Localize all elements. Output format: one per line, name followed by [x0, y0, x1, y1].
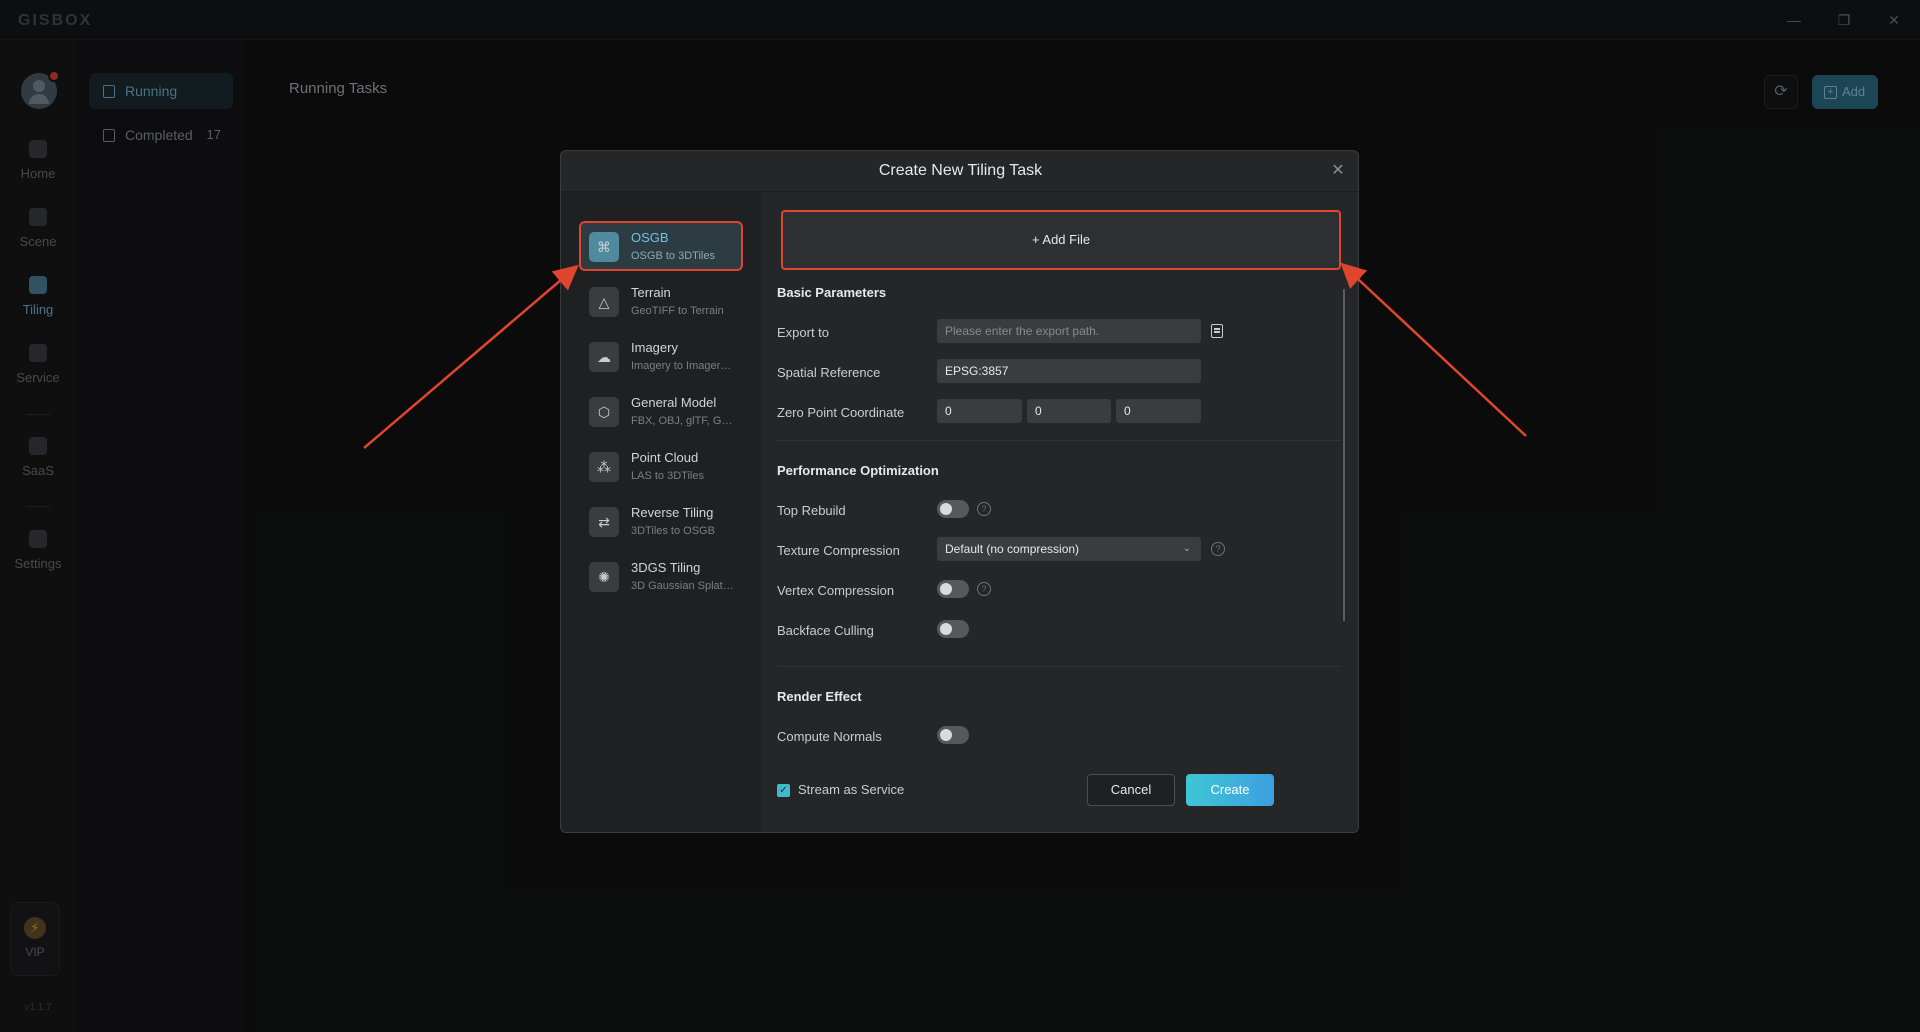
type-imagery[interactable]: ☁ Imagery Imagery to Imagery Tiles [579, 331, 743, 381]
type-reverse-tiling[interactable]: ⇄ Reverse Tiling 3DTiles to OSGB [579, 496, 743, 546]
type-general-model[interactable]: ⬡ General Model FBX, OBJ, glTF, GLB to 3… [579, 386, 743, 436]
zero-y-input[interactable]: 0 [1027, 399, 1111, 423]
type-3dgs-tiling[interactable]: ✺ 3DGS Tiling 3D Gaussian Splatting [579, 551, 743, 601]
export-path-input[interactable]: Please enter the export path. [937, 319, 1201, 343]
compute-normals-label: Compute Normals [777, 729, 882, 744]
texture-compression-select[interactable]: Default (no compression) ⌄ [937, 537, 1201, 561]
dialog-title: Create New Tiling Task [878, 162, 1043, 179]
type-name: Reverse Tiling [631, 505, 714, 520]
texture-compression-label: Texture Compression [777, 543, 900, 558]
type-name: OSGB [631, 230, 669, 245]
create-button[interactable]: Create [1186, 774, 1274, 806]
backface-culling-toggle[interactable] [937, 620, 969, 638]
type-terrain[interactable]: △ Terrain GeoTIFF to Terrain [579, 276, 743, 326]
top-rebuild-label: Top Rebuild [777, 503, 846, 518]
spatial-reference-label: Spatial Reference [777, 365, 881, 380]
type-name: Terrain [631, 285, 671, 300]
zero-z-input[interactable]: 0 [1116, 399, 1201, 423]
export-label: Export to [777, 325, 830, 340]
chevron-down-icon: ⌄ [1182, 543, 1191, 554]
vertex-compression-toggle[interactable] [937, 580, 969, 598]
section-divider [777, 440, 1341, 441]
create-tiling-dialog: Create New Tiling Task ✕ ⌘ OSGB OSGB to … [560, 150, 1359, 833]
vertex-compression-label: Vertex Compression [777, 583, 895, 598]
type-name: General Model [631, 395, 717, 410]
zero-x-input[interactable]: 0 [937, 399, 1022, 423]
scrollbar[interactable] [1343, 289, 1345, 621]
reverse-icon: ⇄ [589, 507, 619, 537]
type-desc: GeoTIFF to Terrain [631, 305, 724, 317]
folder-browse-icon[interactable] [1211, 324, 1223, 338]
type-desc: OSGB to 3DTiles [631, 250, 715, 262]
basic-parameters-title: Basic Parameters [777, 285, 887, 300]
splat-icon: ✺ [589, 562, 619, 592]
render-effect-title: Render Effect [777, 689, 862, 704]
add-file-button[interactable]: + Add File [781, 210, 1341, 270]
point-cloud-icon: ⁂ [589, 452, 619, 482]
tiling-type-list: ⌘ OSGB OSGB to 3DTiles △ Terrain GeoTIFF… [561, 192, 761, 832]
spatial-reference-input[interactable]: EPSG:3857 [937, 359, 1201, 383]
osgb-icon: ⌘ [589, 232, 619, 262]
type-name: Point Cloud [631, 450, 699, 465]
close-icon[interactable]: ✕ [1328, 161, 1348, 181]
zero-point-label: Zero Point Coordinate [777, 405, 905, 420]
backface-culling-label: Backface Culling [777, 623, 874, 638]
type-desc: FBX, OBJ, glTF, GLB to 3DTiles [631, 415, 736, 427]
dialog-content: + Add File Basic Parameters Export to Pl… [761, 192, 1358, 832]
cancel-button[interactable]: Cancel [1087, 774, 1175, 806]
terrain-icon: △ [589, 287, 619, 317]
top-rebuild-toggle[interactable] [937, 500, 969, 518]
type-desc: 3D Gaussian Splatting [631, 580, 736, 592]
texture-compression-value: Default (no compression) [945, 542, 1080, 556]
type-name: Imagery [631, 340, 678, 355]
model-icon: ⬡ [589, 397, 619, 427]
type-name: 3DGS Tiling [631, 560, 701, 575]
stream-service-checkbox[interactable]: ✓ [777, 784, 790, 797]
stream-service-label: Stream as Service [798, 782, 905, 797]
compute-normals-toggle[interactable] [937, 726, 969, 744]
performance-title: Performance Optimization [777, 463, 939, 478]
type-desc: 3DTiles to OSGB [631, 525, 715, 537]
section-divider [777, 666, 1341, 667]
help-icon[interactable]: ? [977, 502, 991, 516]
type-desc: Imagery to Imagery Tiles [631, 360, 736, 372]
type-desc: LAS to 3DTiles [631, 470, 704, 482]
type-osgb[interactable]: ⌘ OSGB OSGB to 3DTiles [579, 221, 743, 271]
imagery-icon: ☁ [589, 342, 619, 372]
type-point-cloud[interactable]: ⁂ Point Cloud LAS to 3DTiles [579, 441, 743, 491]
help-icon[interactable]: ? [977, 582, 991, 596]
help-icon[interactable]: ? [1211, 542, 1225, 556]
dialog-header: Create New Tiling Task ✕ [561, 151, 1358, 192]
